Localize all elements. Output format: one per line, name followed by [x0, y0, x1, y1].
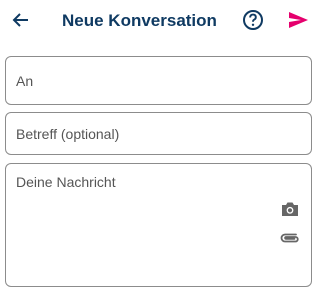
paperclip-icon [280, 231, 300, 249]
app-toolbar: Neue Konversation [0, 0, 320, 44]
attachment-button[interactable] [279, 229, 301, 251]
recipient-field [5, 56, 312, 105]
send-button[interactable] [282, 6, 314, 38]
camera-button[interactable] [279, 200, 301, 222]
message-field [5, 163, 312, 287]
recipient-input[interactable] [16, 72, 296, 90]
subject-field [5, 112, 312, 155]
help-button[interactable] [237, 6, 269, 38]
subject-input[interactable] [16, 125, 296, 143]
back-button[interactable] [5, 6, 37, 38]
camera-icon [281, 201, 299, 222]
message-input[interactable] [16, 174, 271, 274]
help-circle-icon [242, 9, 264, 36]
arrow-left-icon [12, 11, 30, 34]
send-icon [287, 10, 309, 35]
page-title: Neue Konversation [62, 11, 217, 30]
